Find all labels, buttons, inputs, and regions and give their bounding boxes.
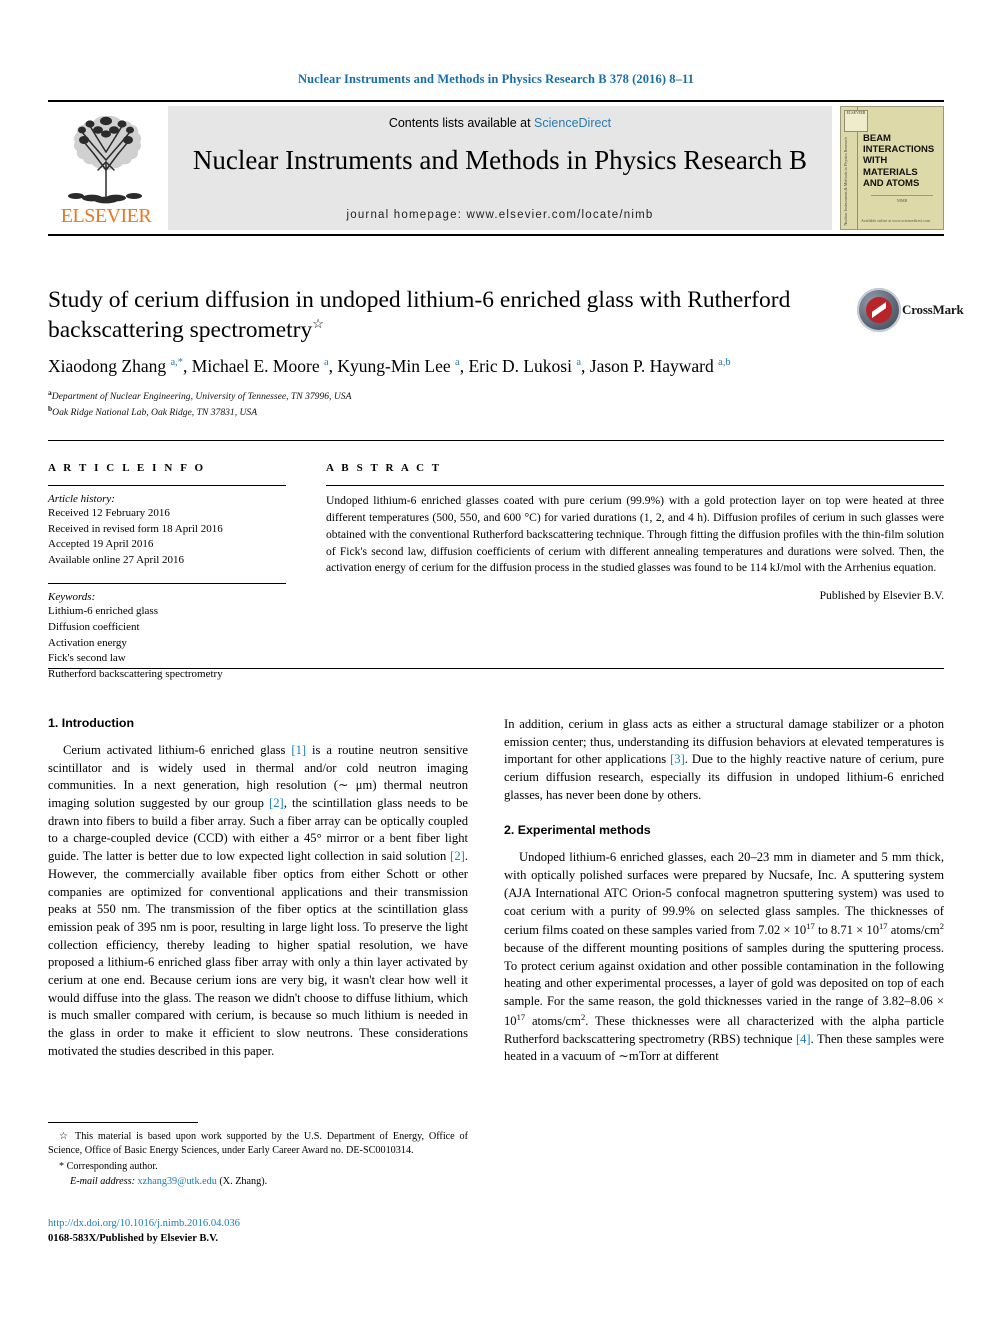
cover-foot-center: NIMB [871, 195, 933, 203]
citation-ref-4[interactable]: [4] [796, 1032, 811, 1046]
crossmark-label: CrossMark [902, 302, 964, 317]
footnote-corresponding-text: Corresponding author. [66, 1160, 158, 1172]
paragraph-intro-1: Cerium activated lithium-6 enriched glas… [48, 742, 468, 1060]
abstract-text: Undoped lithium-6 enriched glasses coate… [326, 494, 944, 575]
keyword-item: Activation energy [48, 636, 127, 649]
citation-ref-2b[interactable]: [2] [450, 849, 465, 863]
keywords-label: Keywords: [48, 591, 96, 604]
history-item: Received in revised form 18 April 2016 [48, 522, 223, 535]
citation-ref-2[interactable]: [2] [269, 796, 284, 810]
issn-line: 0168-583X/Published by Elsevier B.V. [48, 1233, 219, 1245]
info-top-divider [48, 440, 944, 441]
article-info-column: A R T I C L E I N F O Article history: R… [48, 462, 286, 682]
keywords-rule [48, 583, 286, 585]
cover-spine-text: Nuclear Instruments & Methods in Physics… [843, 137, 848, 226]
article-info-label: A R T I C L E I N F O [48, 462, 206, 474]
title-footnote-marker[interactable]: ☆ [312, 316, 324, 331]
paper-title: Study of cerium diffusion in undoped lit… [48, 286, 858, 346]
keyword-item: Rutherford backscattering spectrometry [48, 667, 223, 680]
footnote-block: ☆ This material is based upon work suppo… [48, 1130, 468, 1190]
paragraph-methods-1: Undoped lithium-6 enriched glasses, each… [504, 849, 944, 1066]
body-column-left: 1. Introduction Cerium activated lithium… [48, 716, 468, 1060]
email-label: E-mail address: [70, 1175, 135, 1187]
affiliation-text: Oak Ridge National Lab, Oak Ridge, TN 37… [52, 407, 258, 419]
footnote-funding-marker: ☆ [59, 1131, 71, 1142]
history-item: Received 12 February 2016 [48, 507, 170, 519]
footnote-funding: ☆ This material is based upon work suppo… [48, 1130, 468, 1159]
paper-page: Nuclear Instruments and Methods in Physi… [0, 0, 992, 1323]
para-text: atoms/cm [525, 1014, 581, 1028]
email-link[interactable]: xzhang39@utk.edu [138, 1176, 217, 1187]
history-item: Available online 27 April 2016 [48, 553, 185, 566]
journal-band: Contents lists available at ScienceDirec… [168, 106, 832, 230]
footnote-funding-text: This material is based upon work support… [48, 1131, 468, 1157]
abstract-rule [326, 485, 944, 486]
keyword-item: Diffusion coefficient [48, 621, 140, 634]
doi-block: http://dx.doi.org/10.1016/j.nimb.2016.04… [48, 1216, 468, 1247]
elsevier-wordmark: ELSEVIER [60, 205, 152, 227]
journal-cover-thumbnail: ELSEVIER Nuclear Instruments & Methods i… [840, 106, 944, 230]
paragraph-intro-2: In addition, cerium in glass acts as eit… [504, 716, 944, 804]
cover-title: BEAM INTERACTIONS WITH MATERIALS AND ATO… [863, 133, 935, 189]
email-suffix: (X. Zhang). [219, 1175, 268, 1187]
section-heading-introduction: 1. Introduction [48, 716, 135, 730]
history-item: Accepted 19 April 2016 [48, 538, 154, 551]
footnote-corresponding: * Corresponding author. [48, 1160, 468, 1174]
abstract-column: A B S T R A C T Undoped lithium-6 enrich… [326, 462, 944, 602]
elsevier-tree-icon [68, 116, 142, 204]
crossmark-check-icon [866, 297, 892, 323]
superscript-exponent: 17 [806, 921, 815, 932]
contents-prefix: Contents lists available at [388, 116, 535, 130]
body-column-right: In addition, cerium in glass acts as eit… [504, 716, 944, 1066]
section-heading-experimental-methods: 2. Experimental methods [504, 823, 651, 838]
para-text: . However, the commercially available fi… [48, 849, 468, 1058]
doi-link[interactable]: http://dx.doi.org/10.1016/j.nimb.2016.04… [48, 1216, 468, 1231]
affiliation-item: bOak Ridge National Lab, Oak Ridge, TN 3… [48, 404, 848, 420]
article-info-rule [48, 485, 286, 486]
author-list: Xiaodong Zhang a,*, Michael E. Moore a, … [48, 356, 731, 376]
para-text: to 8.71 × 10 [814, 923, 880, 938]
cover-publisher-badge: ELSEVIER [844, 110, 868, 132]
affiliation-text: Department of Nuclear Engineering, Unive… [51, 391, 352, 403]
superscript-exponent: 17 [516, 1011, 526, 1022]
superscript-exponent: 17 [879, 921, 888, 932]
para-text: atoms/cm [887, 923, 940, 938]
journal-homepage[interactable]: journal homepage: www.elsevier.com/locat… [168, 209, 832, 221]
abstract-label: A B S T R A C T [326, 462, 442, 474]
citation-ref-3[interactable]: [3] [670, 752, 685, 766]
sciencedirect-link[interactable]: ScienceDirect [534, 116, 611, 130]
crossmark-badge-icon [857, 288, 901, 332]
cover-foot-bottom: Available online at www.sciencedirect.co… [861, 218, 931, 223]
affiliation-list: aDepartment of Nuclear Engineering, Univ… [48, 388, 848, 420]
contents-available-line: Contents lists available at ScienceDirec… [168, 116, 832, 130]
article-history-label: Article history: [48, 493, 115, 505]
crossmark-logo[interactable]: CrossMark [857, 288, 964, 340]
footnote-corresponding-marker: * [59, 1160, 65, 1172]
title-block: Study of cerium diffusion in undoped lit… [48, 286, 858, 346]
abstract-publisher-note: Published by Elsevier B.V. [819, 589, 944, 603]
citation-ref-1[interactable]: [1] [291, 743, 306, 757]
keyword-item: Lithium-6 enriched glass [48, 605, 158, 618]
running-head: Nuclear Instruments and Methods in Physi… [297, 72, 695, 86]
journal-title: Nuclear Instruments and Methods in Physi… [192, 145, 808, 175]
journal-masthead: ELSEVIER Contents lists available at Sci… [48, 100, 944, 236]
para-text: Cerium activated lithium-6 enriched glas… [63, 743, 292, 757]
superscript-exponent: 2 [939, 921, 944, 932]
footnote-divider [48, 1122, 198, 1123]
paper-title-text: Study of cerium diffusion in undoped lit… [48, 287, 791, 343]
keyword-item: Fick's second law [48, 652, 126, 665]
affiliation-item: aDepartment of Nuclear Engineering, Univ… [48, 388, 848, 404]
footnote-email: E-mail address: xzhang39@utk.edu (X. Zha… [48, 1175, 468, 1189]
elsevier-logo: ELSEVIER [48, 106, 166, 230]
